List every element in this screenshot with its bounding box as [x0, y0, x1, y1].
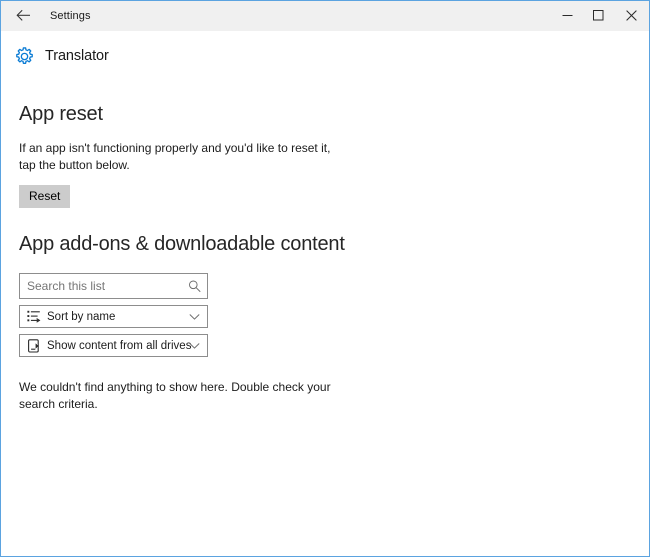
back-arrow-icon [16, 9, 31, 22]
drive-dropdown[interactable]: Show content from all drives [19, 334, 208, 357]
minimize-button[interactable] [552, 1, 583, 30]
app-name: Translator [45, 48, 109, 64]
sort-dropdown-label: Sort by name [47, 311, 115, 323]
addons-controls: Sort by name Show content from a [19, 273, 649, 357]
window-controls [552, 1, 649, 30]
close-button[interactable] [614, 1, 649, 30]
window-title: Settings [50, 10, 91, 22]
settings-content: App reset If an app isn't functioning pr… [1, 77, 649, 413]
drive-dropdown-label: Show content from all drives [47, 340, 191, 352]
title-bar: Settings [1, 1, 649, 31]
chevron-down-icon [189, 342, 200, 349]
sort-dropdown[interactable]: Sort by name [19, 305, 208, 328]
back-button[interactable] [1, 1, 45, 30]
empty-state-message: We couldn't find anything to show here. … [19, 379, 335, 413]
search-icon[interactable] [188, 280, 201, 293]
search-box[interactable] [19, 273, 208, 299]
search-input[interactable] [20, 274, 207, 298]
drive-icon [27, 339, 41, 353]
maximize-button[interactable] [583, 1, 614, 30]
app-reset-heading: App reset [19, 77, 649, 126]
settings-window: Settings [0, 0, 650, 557]
chevron-down-icon [189, 313, 200, 320]
app-reset-description: If an app isn't functioning properly and… [19, 140, 335, 174]
minimize-icon [562, 10, 573, 21]
close-icon [626, 10, 637, 21]
gear-icon [13, 45, 35, 67]
reset-button[interactable]: Reset [19, 185, 70, 208]
addons-heading: App add-ons & downloadable content [19, 208, 649, 256]
maximize-icon [593, 10, 604, 21]
sort-list-icon [27, 310, 41, 324]
app-header: Translator [1, 31, 649, 77]
